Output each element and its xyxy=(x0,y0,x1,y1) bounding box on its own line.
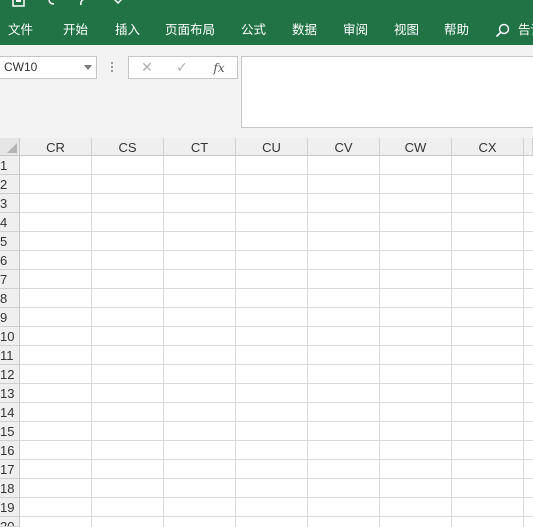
row-header-19[interactable]: 19 xyxy=(0,498,20,517)
save-icon[interactable] xyxy=(12,0,25,9)
row-header-13[interactable]: 13 xyxy=(0,384,20,403)
redo-icon[interactable] xyxy=(78,0,88,9)
column-header-cs[interactable]: CS xyxy=(92,138,164,156)
formula-input[interactable] xyxy=(241,56,533,128)
row-header-11[interactable]: 11 xyxy=(0,346,20,365)
tab-insert[interactable]: 插入 xyxy=(115,20,140,40)
row-header-2[interactable]: 2 xyxy=(0,175,20,194)
name-box-value: CW10 xyxy=(4,60,38,74)
column-header-ct[interactable]: CT xyxy=(164,138,236,156)
row-header-15[interactable]: 15 xyxy=(0,422,20,441)
row-header-7[interactable]: 7 xyxy=(0,270,20,289)
gridline xyxy=(20,307,533,308)
row-header-12[interactable]: 12 xyxy=(0,365,20,384)
gridline xyxy=(20,174,533,175)
formula-buttons: ✕ ✓ fx xyxy=(128,56,238,79)
customize-icon[interactable] xyxy=(113,0,123,9)
gridline xyxy=(20,345,533,346)
gridline xyxy=(20,478,533,479)
tab-data[interactable]: 数据 xyxy=(292,20,317,40)
row-header-9[interactable]: 9 xyxy=(0,308,20,327)
gridline xyxy=(20,288,533,289)
cancel-icon[interactable]: ✕ xyxy=(137,59,157,77)
column-header-partial[interactable] xyxy=(524,138,533,156)
ribbon: 文件 开始 插入 页面布局 公式 数据 审阅 视图 帮助 告诉 xyxy=(0,0,533,45)
row-header-6[interactable]: 6 xyxy=(0,251,20,270)
column-header-cw[interactable]: CW xyxy=(380,138,452,156)
tab-formulas[interactable]: 公式 xyxy=(241,20,266,40)
select-all-button[interactable] xyxy=(0,138,20,156)
gridline xyxy=(20,497,533,498)
gridline xyxy=(20,193,533,194)
row-header-16[interactable]: 16 xyxy=(0,441,20,460)
gridline xyxy=(20,326,533,327)
enter-icon[interactable]: ✓ xyxy=(172,59,192,77)
tab-file[interactable]: 文件 xyxy=(8,20,33,40)
name-box[interactable]: CW10 xyxy=(0,56,97,79)
tab-home[interactable]: 开始 xyxy=(63,20,88,40)
gridline xyxy=(20,459,533,460)
row-header-1[interactable]: 1 xyxy=(0,156,20,175)
tell-me-label: 告诉 xyxy=(518,22,533,37)
gridline xyxy=(20,364,533,365)
row-header-14[interactable]: 14 xyxy=(0,403,20,422)
row-header-5[interactable]: 5 xyxy=(0,232,20,251)
row-header-17[interactable]: 17 xyxy=(0,460,20,479)
column-header-cv[interactable]: CV xyxy=(308,138,380,156)
row-header-4[interactable]: 4 xyxy=(0,213,20,232)
gridline xyxy=(20,250,533,251)
undo-icon[interactable] xyxy=(47,0,57,9)
row-header-8[interactable]: 8 xyxy=(0,289,20,308)
gridline xyxy=(20,231,533,232)
gridline xyxy=(20,383,533,384)
row-header-3[interactable]: 3 xyxy=(0,194,20,213)
gridline xyxy=(20,440,533,441)
row-header-20[interactable]: 20 xyxy=(0,517,20,527)
formula-bar: CW10 ✕ ✓ fx xyxy=(0,45,533,138)
search-icon xyxy=(495,23,510,38)
gridline xyxy=(20,269,533,270)
column-header-cu[interactable]: CU xyxy=(236,138,308,156)
worksheet-grid[interactable]: CR CS CT CU CV CW CX 1 2 3 4 5 6 7 8 9 1… xyxy=(0,138,533,527)
tab-view[interactable]: 视图 xyxy=(394,20,419,40)
column-header-cr[interactable]: CR xyxy=(20,138,92,156)
insert-function-icon[interactable]: fx xyxy=(209,59,229,77)
tab-help[interactable]: 帮助 xyxy=(444,20,469,40)
gridline xyxy=(20,402,533,403)
column-header-cx[interactable]: CX xyxy=(452,138,524,156)
row-header-18[interactable]: 18 xyxy=(0,479,20,498)
resize-handle[interactable] xyxy=(111,62,113,74)
gridline xyxy=(20,421,533,422)
tab-page-layout[interactable]: 页面布局 xyxy=(165,20,215,40)
chevron-down-icon[interactable] xyxy=(84,65,92,70)
tab-review[interactable]: 审阅 xyxy=(343,20,368,40)
gridline xyxy=(20,516,533,517)
row-header-10[interactable]: 10 xyxy=(0,327,20,346)
gridline xyxy=(20,212,533,213)
